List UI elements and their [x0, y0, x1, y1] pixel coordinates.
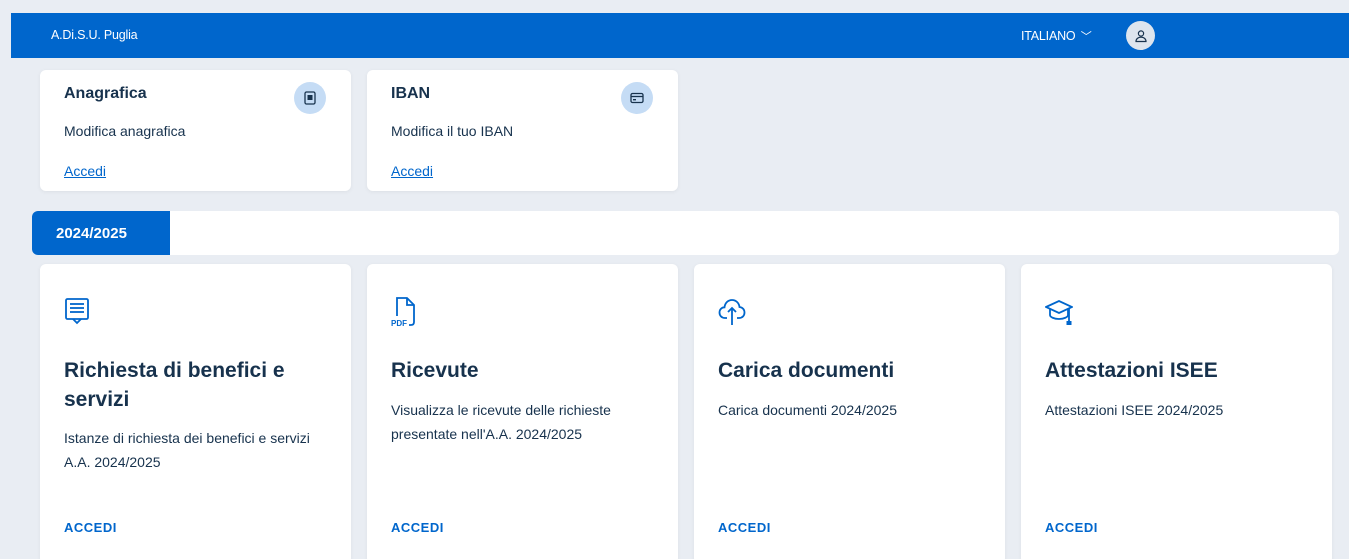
icon-badge	[294, 82, 326, 114]
card-title: Richiesta di benefici e servizi	[64, 359, 285, 411]
card-description: Modifica anagrafica	[64, 123, 186, 139]
iban-card: IBAN Modifica il tuo IBAN Accedi	[367, 70, 678, 191]
accedi-link[interactable]: Accedi	[391, 163, 433, 179]
card-title: Carica documenti	[718, 359, 895, 382]
card-description: Istanze di richiesta dei benefici e serv…	[64, 430, 310, 470]
accedi-link[interactable]: Accedi	[64, 163, 106, 179]
avatar[interactable]	[1126, 21, 1155, 50]
accedi-button[interactable]: ACCEDI	[64, 520, 117, 535]
brand-name[interactable]: A.Di.S.U. Puglia	[51, 28, 138, 42]
year-tab-bar: 2024/2025	[32, 211, 1339, 255]
user-icon	[1134, 29, 1147, 42]
icon-badge	[621, 82, 653, 114]
pdf-icon: PDF	[391, 297, 415, 328]
card-title: Ricevute	[391, 359, 479, 382]
card-description: Attestazioni ISEE 2024/2025	[1045, 402, 1224, 418]
tab-2024-2025[interactable]: 2024/2025	[32, 211, 170, 255]
top-bar: A.Di.S.U. Puglia ITALIANO ﹀	[11, 13, 1349, 58]
form-icon	[65, 298, 89, 325]
accedi-button[interactable]: ACCEDI	[718, 520, 771, 535]
card-description: Visualizza le ricevute delle richieste p…	[391, 402, 611, 442]
carica-documenti-card: Carica documenti Carica documenti 2024/2…	[694, 264, 1005, 559]
accedi-button[interactable]: ACCEDI	[1045, 520, 1098, 535]
card-description: Carica documenti 2024/2025	[718, 402, 898, 418]
language-selector[interactable]: ITALIANO ﹀	[1021, 28, 1092, 44]
graduation-cap-icon	[1045, 300, 1073, 325]
card-title: Anagrafica	[64, 85, 147, 102]
id-card-icon	[304, 91, 316, 105]
card-description: Modifica il tuo IBAN	[391, 123, 514, 139]
chevron-down-icon: ﹀	[1080, 31, 1092, 43]
ricevute-card: PDF Ricevute Visualizza le ricevute dell…	[367, 264, 678, 559]
pdf-label: PDF	[391, 319, 407, 328]
card-title: IBAN	[391, 85, 431, 102]
language-label: ITALIANO	[1021, 29, 1076, 43]
card-title: Attestazioni ISEE	[1045, 359, 1218, 382]
cloud-upload-icon	[718, 299, 746, 325]
credit-card-icon	[630, 92, 644, 104]
accedi-button[interactable]: ACCEDI	[391, 520, 444, 535]
attestazioni-isee-card: Attestazioni ISEE Attestazioni ISEE 2024…	[1021, 264, 1332, 559]
richiesta-benefici-card: Richiesta di benefici e servizi Istanze …	[40, 264, 351, 559]
anagrafica-card: Anagrafica Modifica anagrafica Accedi	[40, 70, 351, 191]
